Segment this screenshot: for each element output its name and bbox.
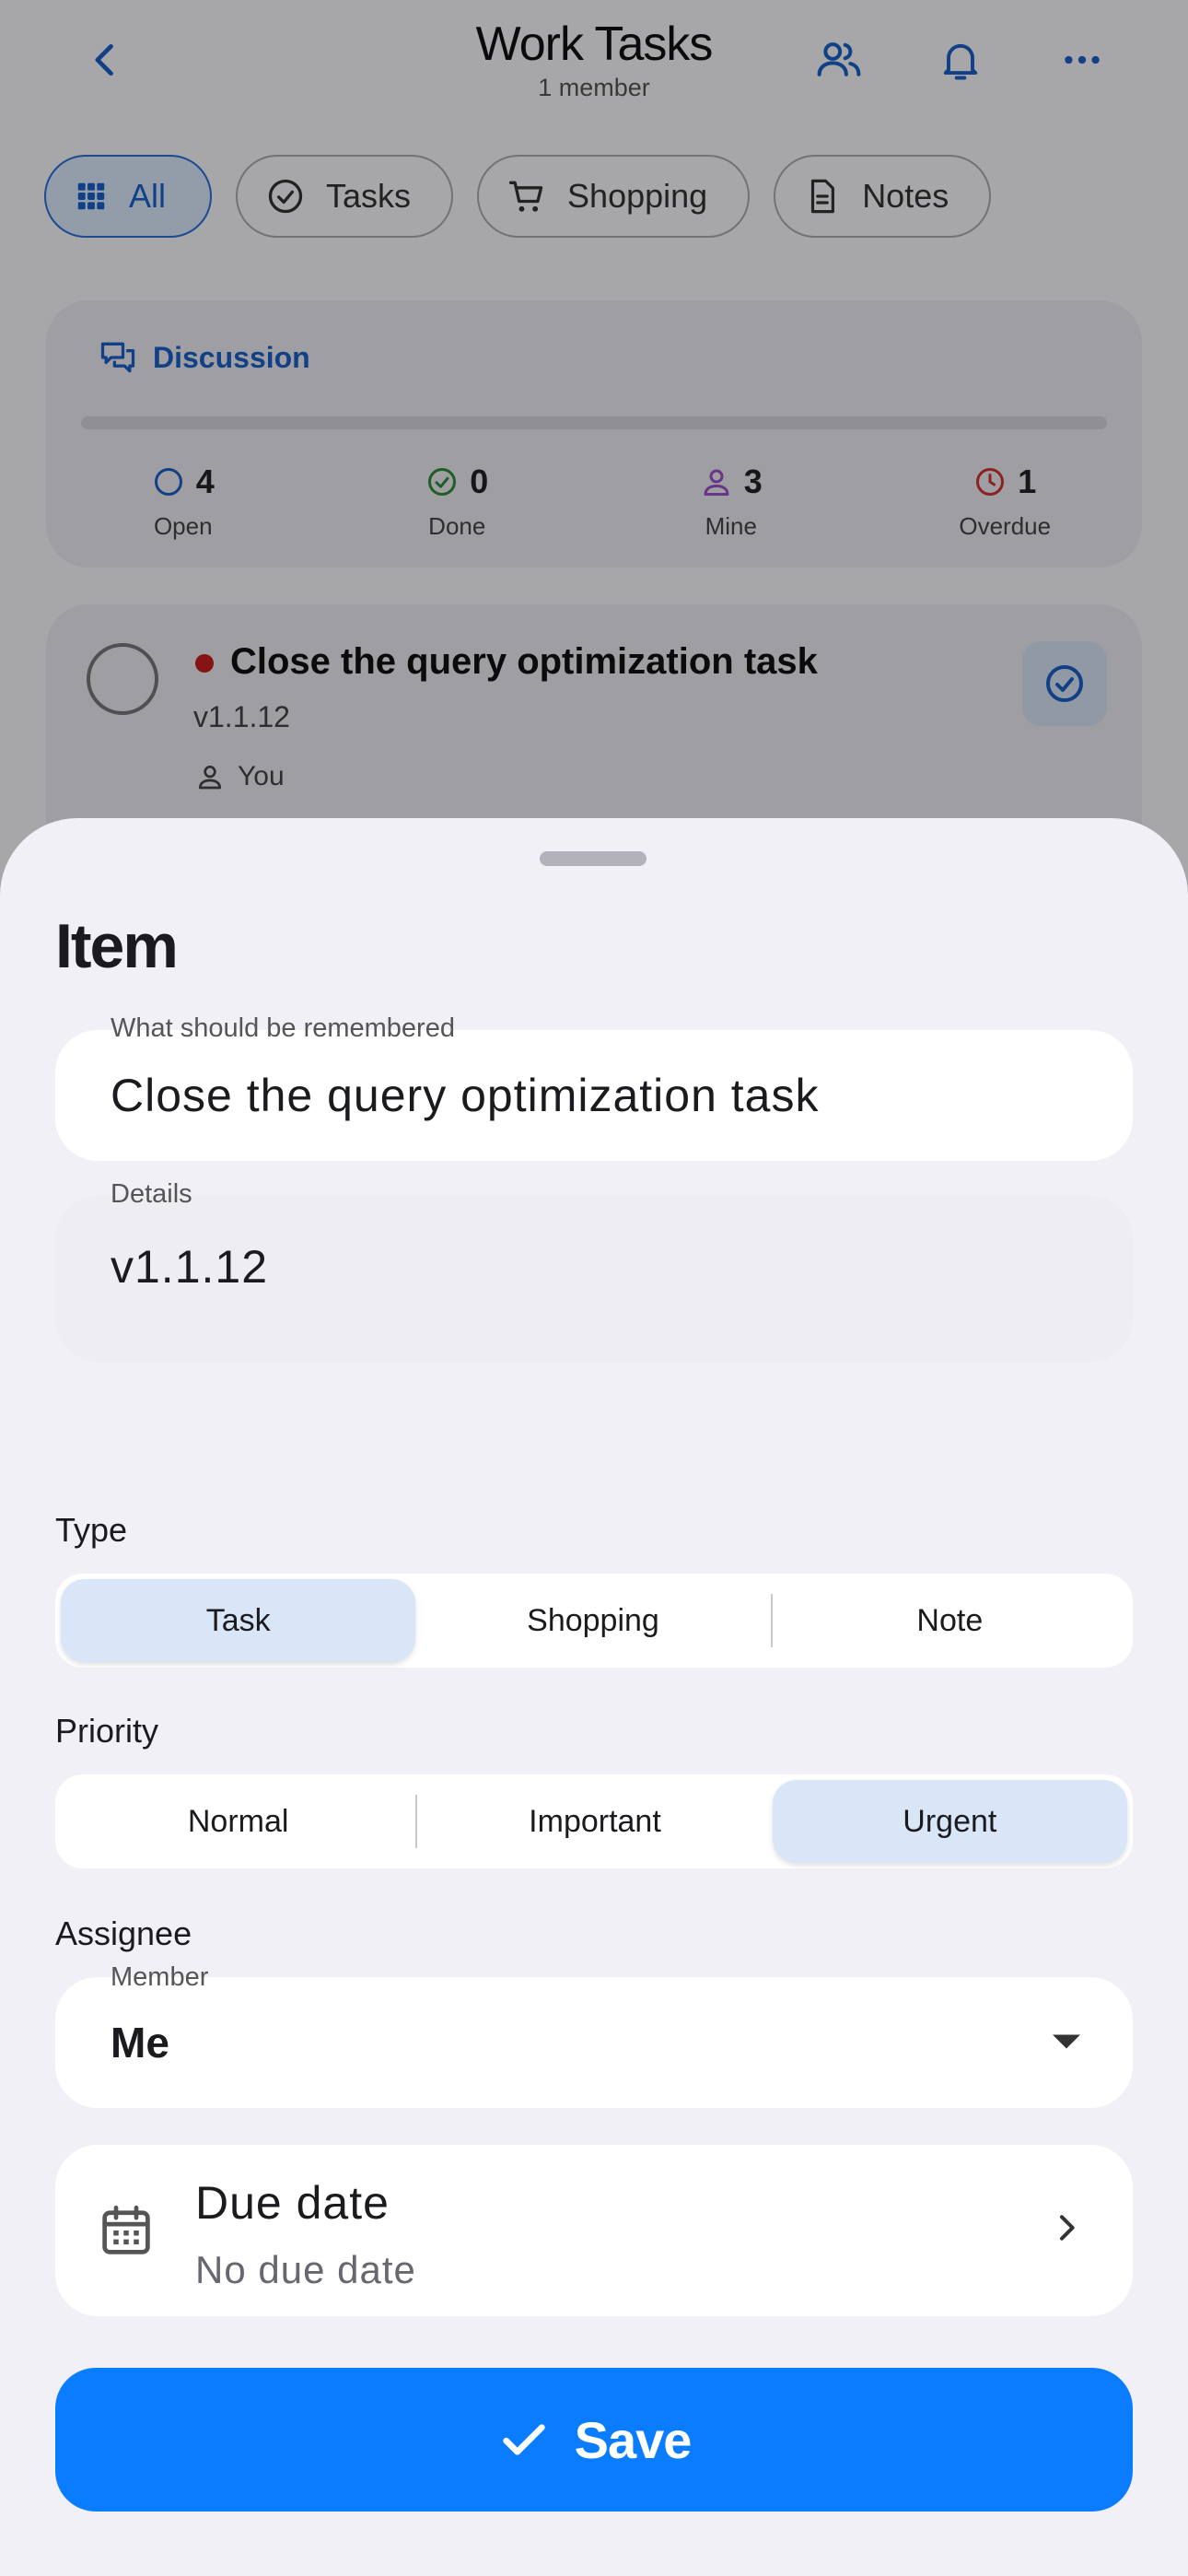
save-button-label: Save: [574, 2410, 693, 2469]
remember-input[interactable]: Close the query optimization task: [111, 1069, 819, 1122]
details-field[interactable]: v1.1.12: [55, 1196, 1133, 1362]
chevron-right-icon: [1060, 2215, 1075, 2241]
assignee-label: Assignee: [55, 1914, 192, 1952]
save-button[interactable]: Save: [55, 2368, 1133, 2512]
member-field-label: Member: [111, 1962, 209, 1992]
member-dropdown[interactable]: Me: [55, 1977, 1133, 2108]
member-selected-value: Me: [111, 2019, 169, 2067]
priority-label: Priority: [55, 1712, 159, 1750]
due-date-title: Due date: [195, 2177, 390, 2229]
drag-handle[interactable]: [540, 851, 646, 866]
type-segmented-control: Task Shopping Note: [55, 1574, 1133, 1668]
type-label: Type: [55, 1511, 128, 1549]
type-option-shopping[interactable]: Shopping: [415, 1579, 770, 1662]
priority-option-important[interactable]: Important: [417, 1780, 772, 1863]
remember-field[interactable]: Close the query optimization task: [55, 1030, 1133, 1161]
remember-label: What should be remembered: [111, 1013, 455, 1043]
priority-segmented-control: Normal Important Urgent: [55, 1774, 1133, 1868]
calendar-icon: [102, 2205, 150, 2254]
sheet-title: Item: [55, 911, 179, 981]
details-label: Details: [111, 1179, 192, 1209]
priority-option-normal[interactable]: Normal: [61, 1780, 415, 1863]
priority-option-urgent[interactable]: Urgent: [772, 1780, 1127, 1863]
due-date-value: No due date: [195, 2248, 416, 2291]
type-option-note[interactable]: Note: [773, 1579, 1127, 1662]
item-bottom-sheet: Item Close the query optimization task W…: [0, 818, 1188, 2576]
type-option-task[interactable]: Task: [61, 1579, 416, 1662]
checkmark-icon: [502, 2424, 545, 2455]
due-date-row[interactable]: Due date No due date: [55, 2145, 1133, 2316]
dropdown-arrow-icon: [1053, 2034, 1080, 2049]
details-input[interactable]: v1.1.12: [111, 1240, 268, 1294]
